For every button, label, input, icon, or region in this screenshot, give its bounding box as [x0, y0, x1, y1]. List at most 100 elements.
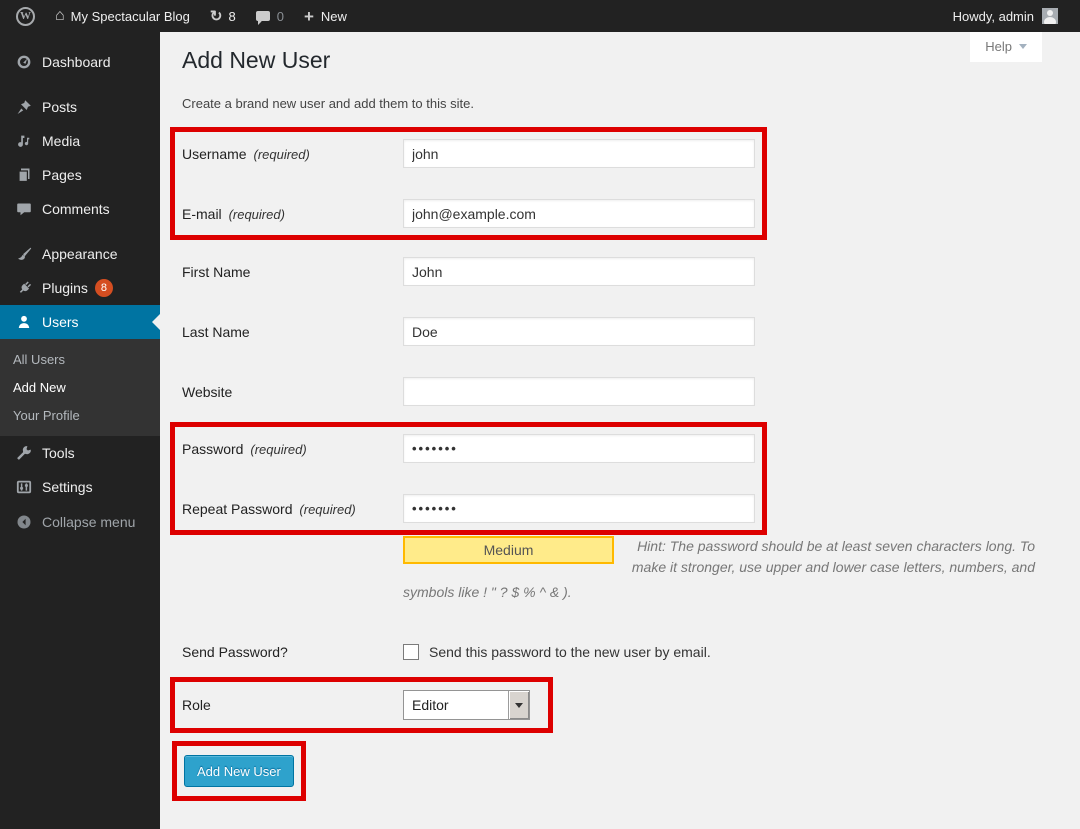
- password-strength-block: Medium Hint: The password should be at l…: [403, 536, 1035, 600]
- home-icon: ⌂: [55, 8, 65, 24]
- repeat-password-label: Repeat Password (required): [182, 501, 403, 517]
- sidebar-item-add-new[interactable]: Add New: [0, 373, 160, 401]
- send-password-label: Send Password?: [182, 644, 403, 660]
- required-hint: (required): [253, 147, 309, 162]
- send-password-checkbox[interactable]: [403, 644, 419, 660]
- sliders-icon: [14, 479, 34, 495]
- admin-sidebar: Dashboard Posts Media Pages Comments App…: [0, 32, 160, 829]
- submenu-label: Your Profile: [13, 408, 80, 423]
- updates-count: 8: [228, 9, 235, 24]
- site-name: My Spectacular Blog: [71, 9, 190, 24]
- email-input[interactable]: [403, 199, 755, 228]
- sidebar-item-plugins[interactable]: Plugins 8: [0, 271, 160, 305]
- label-text: E-mail: [182, 206, 222, 222]
- send-password-row: Send Password? Send this password to the…: [182, 637, 1060, 666]
- pages-icon: [14, 167, 34, 183]
- email-label: E-mail (required): [182, 206, 403, 222]
- label-text: Website: [182, 384, 232, 400]
- label-text: Role: [182, 697, 211, 713]
- wordpress-logo-menu[interactable]: W: [0, 0, 45, 32]
- first-name-row: First Name: [182, 257, 1060, 286]
- sidebar-item-comments[interactable]: Comments: [0, 192, 160, 226]
- howdy-text: Howdy, admin: [953, 9, 1034, 24]
- main-content: Help Add New User Create a brand new use…: [160, 32, 1060, 816]
- role-select[interactable]: Editor: [403, 690, 530, 720]
- send-password-checkbox-label: Send this password to the new user by em…: [429, 644, 711, 660]
- last-name-row: Last Name: [182, 317, 1060, 346]
- submenu-label: Add New: [13, 380, 66, 395]
- active-menu-arrow: [152, 314, 160, 330]
- hint-line: Hint: The password should be at least se…: [614, 536, 1035, 557]
- sidebar-label: Dashboard: [42, 54, 111, 70]
- password-row: Password (required): [182, 434, 755, 463]
- role-row: Role Editor: [182, 690, 530, 720]
- wrench-icon: [14, 445, 34, 461]
- admin-bar: W ⌂ My Spectacular Blog ↻ 8 0 + New Howd…: [0, 0, 1080, 32]
- collapse-menu-button[interactable]: Collapse menu: [0, 505, 160, 539]
- sidebar-item-dashboard[interactable]: Dashboard: [0, 45, 160, 79]
- collapse-arrow-icon: [14, 514, 34, 530]
- hint-line: make it stronger, use upper and lower ca…: [614, 557, 1035, 578]
- comments-link[interactable]: 0: [246, 0, 294, 32]
- site-name-link[interactable]: ⌂ My Spectacular Blog: [45, 0, 200, 32]
- sidebar-label: Tools: [42, 445, 75, 461]
- required-hint: (required): [250, 442, 306, 457]
- new-content-menu[interactable]: + New: [294, 0, 357, 32]
- submenu-label: All Users: [13, 352, 65, 367]
- sidebar-label: Plugins: [42, 280, 88, 296]
- sidebar-item-media[interactable]: Media: [0, 124, 160, 158]
- highlight-box-credentials: Username (required) E-mail (required): [170, 127, 767, 240]
- select-dropdown-button[interactable]: [508, 691, 529, 719]
- sidebar-item-users[interactable]: Users: [0, 305, 160, 339]
- updates-link[interactable]: ↻ 8: [200, 0, 246, 32]
- sidebar-label: Posts: [42, 99, 77, 115]
- sidebar-item-settings[interactable]: Settings: [0, 470, 160, 504]
- repeat-password-input[interactable]: [403, 494, 755, 523]
- highlight-box-role: Role Editor: [170, 677, 553, 733]
- label-text: Repeat Password: [182, 501, 293, 517]
- sidebar-item-all-users[interactable]: All Users: [0, 345, 160, 373]
- password-hint: Hint: The password should be at least se…: [614, 536, 1035, 578]
- help-button[interactable]: Help: [970, 32, 1042, 62]
- password-input[interactable]: [403, 434, 755, 463]
- my-account-menu[interactable]: Howdy, admin: [943, 0, 1068, 32]
- last-name-label: Last Name: [182, 324, 403, 340]
- sidebar-item-tools[interactable]: Tools: [0, 436, 160, 470]
- add-new-user-button[interactable]: Add New User: [184, 755, 294, 787]
- sidebar-label: Pages: [42, 167, 82, 183]
- email-row: E-mail (required): [182, 199, 755, 228]
- website-label: Website: [182, 384, 403, 400]
- password-label: Password (required): [182, 441, 403, 457]
- label-text: Send Password?: [182, 644, 288, 660]
- comments-count: 0: [277, 9, 284, 24]
- avatar: [1042, 8, 1058, 24]
- username-input[interactable]: [403, 139, 755, 168]
- updates-icon: ↻: [210, 9, 223, 24]
- users-submenu: All Users Add New Your Profile: [0, 339, 160, 436]
- plugins-update-badge: 8: [95, 279, 113, 297]
- required-hint: (required): [229, 207, 285, 222]
- website-input[interactable]: [403, 377, 755, 406]
- sidebar-label: Users: [42, 314, 79, 330]
- menu-separator: [0, 226, 160, 237]
- username-label: Username (required): [182, 146, 403, 162]
- sidebar-item-posts[interactable]: Posts: [0, 90, 160, 124]
- sidebar-item-appearance[interactable]: Appearance: [0, 237, 160, 271]
- sidebar-label: Appearance: [42, 246, 118, 262]
- user-icon: [14, 314, 34, 330]
- role-label: Role: [182, 697, 403, 713]
- first-name-input[interactable]: [403, 257, 755, 286]
- chevron-down-icon: [1019, 44, 1027, 53]
- last-name-input[interactable]: [403, 317, 755, 346]
- comment-bubble-icon: [14, 201, 34, 217]
- sidebar-item-pages[interactable]: Pages: [0, 158, 160, 192]
- sidebar-item-your-profile[interactable]: Your Profile: [0, 401, 160, 429]
- new-label: New: [321, 9, 347, 24]
- page-title: Add New User: [182, 45, 1060, 76]
- repeat-password-row: Repeat Password (required): [182, 494, 755, 523]
- label-text: First Name: [182, 264, 250, 280]
- highlight-box-submit: Add New User: [172, 741, 306, 801]
- username-row: Username (required): [182, 139, 755, 168]
- pushpin-icon: [14, 99, 34, 115]
- required-hint: (required): [299, 502, 355, 517]
